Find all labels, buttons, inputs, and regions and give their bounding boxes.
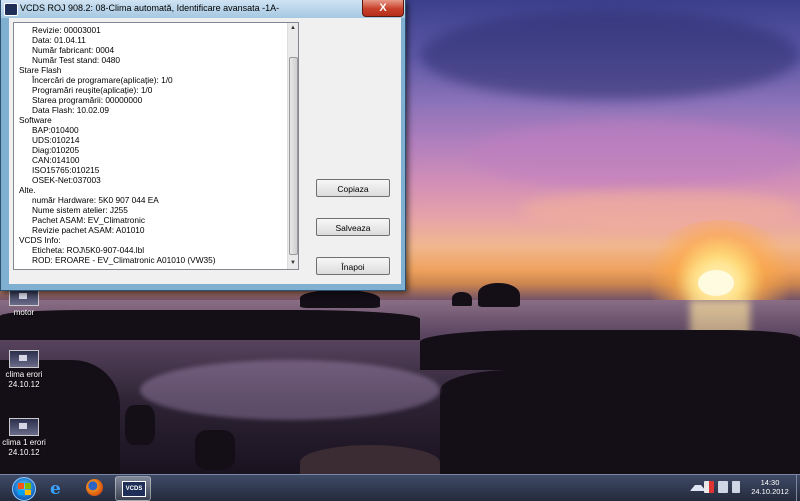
- image-file-icon: [9, 350, 39, 368]
- save-button[interactable]: Salveaza: [316, 218, 390, 236]
- tide-pool: [140, 360, 440, 420]
- foreground-boulder: [300, 445, 440, 474]
- list-section-header: Stare Flash: [19, 65, 62, 75]
- shore-rocks: [0, 310, 420, 340]
- taskbar-clock[interactable]: 14:30 24.10.2012: [748, 478, 792, 496]
- list-section-header: Alte.: [19, 185, 36, 195]
- start-button[interactable]: [12, 477, 36, 501]
- scroll-down-arrow-icon[interactable]: ▼: [289, 259, 297, 268]
- list-section-header: Software: [19, 115, 52, 125]
- vertical-scrollbar[interactable]: ▲ ▼: [287, 23, 298, 269]
- desktop-icon-date: 24.10.12: [8, 380, 40, 389]
- clock-date: 24.10.2012: [751, 487, 789, 496]
- show-desktop-button[interactable]: [796, 475, 800, 501]
- list-item: Număr fabricant: 0004: [32, 45, 115, 55]
- vcds-app-icon: [4, 3, 18, 16]
- list-item: Număr Test stand: 0480: [32, 55, 120, 65]
- cloud: [420, 10, 800, 100]
- list-item: Pachet ASAM: EV_Climatronic: [32, 215, 145, 225]
- desktop-icon-motor[interactable]: motor: [0, 288, 48, 318]
- foreground-stone: [195, 430, 235, 470]
- sea-rock: [300, 290, 380, 308]
- copy-button[interactable]: Copiaza: [316, 179, 390, 197]
- sea-rock: [478, 283, 520, 307]
- windows-logo-icon: [18, 483, 31, 495]
- firefox-icon: [86, 479, 103, 496]
- list-item: BAP:010400: [32, 125, 79, 135]
- volume-icon[interactable]: [732, 481, 740, 493]
- vcds-icon: VCDS: [122, 481, 146, 497]
- shore-rocks: [420, 330, 800, 370]
- window-client-area: Revizie: 00003001 Data: 01.04.11 Număr fab…: [9, 18, 401, 284]
- list-item: ISO15765:010215: [32, 165, 100, 175]
- network-icon[interactable]: [718, 481, 728, 493]
- desktop-icon-label: clima 1 erori: [2, 438, 46, 447]
- sea-rock: [452, 292, 472, 306]
- clock-time: 14:30: [760, 478, 780, 487]
- vcds-window: VCDS ROJ 908.2: 08-Clima automată, Ident…: [0, 0, 406, 291]
- close-button[interactable]: X: [362, 0, 404, 17]
- list-item: Eticheta: ROJ\5K0-907-044.lbl: [32, 245, 145, 255]
- window-title: VCDS ROJ 908.2: 08-Clima automată, Ident…: [20, 3, 280, 13]
- taskbar-vcds[interactable]: VCDS: [115, 476, 151, 501]
- taskbar-firefox[interactable]: [78, 476, 112, 499]
- taskbar: e VCDS 14:30 24.10.2012: [0, 474, 800, 501]
- foreground-stone: [125, 405, 155, 445]
- cloud: [520, 190, 800, 230]
- scrollbar-thumb[interactable]: [289, 57, 298, 255]
- list-item: ROD: EROARE - EV_Climatronic A01010 (VW3…: [32, 255, 216, 265]
- identification-listbox[interactable]: Revizie: 00003001 Data: 01.04.11 Număr fab…: [13, 22, 299, 270]
- list-item: OSEK-Net:037003: [32, 175, 101, 185]
- list-item: Nume sistem atelier: J255: [32, 205, 128, 215]
- desktop-icon-date: 24.10.12: [8, 448, 40, 457]
- desktop-icon-label: clima erori: [5, 370, 43, 379]
- listbox-lines: Revizie: 00003001 Data: 01.04.11 Număr fab…: [19, 25, 287, 265]
- list-item: Data Flash: 10.02.09: [32, 105, 110, 115]
- list-item: Starea programării: 00000000: [32, 95, 143, 105]
- cloud: [470, 120, 800, 190]
- list-item: CAN:014100: [32, 155, 80, 165]
- desktop-icon-label: motor: [13, 308, 35, 317]
- list-item: Diag:010205: [32, 145, 80, 155]
- list-item: număr Hardware: 5K0 907 044 EA: [32, 195, 159, 205]
- list-item: UDS:010214: [32, 135, 80, 145]
- desktop-icon-clima-erori[interactable]: clima erori 24.10.12: [0, 350, 48, 390]
- taskbar-internet-explorer[interactable]: e: [41, 476, 75, 499]
- list-section-header: VCDS Info:: [19, 235, 61, 245]
- foreground-rocks: [440, 370, 800, 474]
- scroll-up-arrow-icon[interactable]: ▲: [289, 24, 297, 33]
- window-titlebar[interactable]: VCDS ROJ 908.2: 08-Clima automată, Ident…: [1, 0, 405, 18]
- back-button[interactable]: Înapoi: [316, 257, 390, 275]
- list-item: Data: 01.04.11: [32, 35, 86, 45]
- desktop-icon-clima-1-erori[interactable]: clima 1 erori 24.10.12: [0, 418, 48, 458]
- list-item: Încercări de programare(aplicație): 1/0: [32, 75, 173, 85]
- action-center-flag-icon[interactable]: [704, 481, 714, 493]
- list-item: Revizie: 00003001: [32, 25, 101, 35]
- internet-explorer-icon: e: [50, 479, 61, 499]
- list-item: Programări reușite(aplicație): 1/0: [32, 85, 153, 95]
- image-file-icon: [9, 418, 39, 436]
- sun: [698, 270, 734, 296]
- list-item: Revizie pachet ASAM: A01010: [32, 225, 145, 235]
